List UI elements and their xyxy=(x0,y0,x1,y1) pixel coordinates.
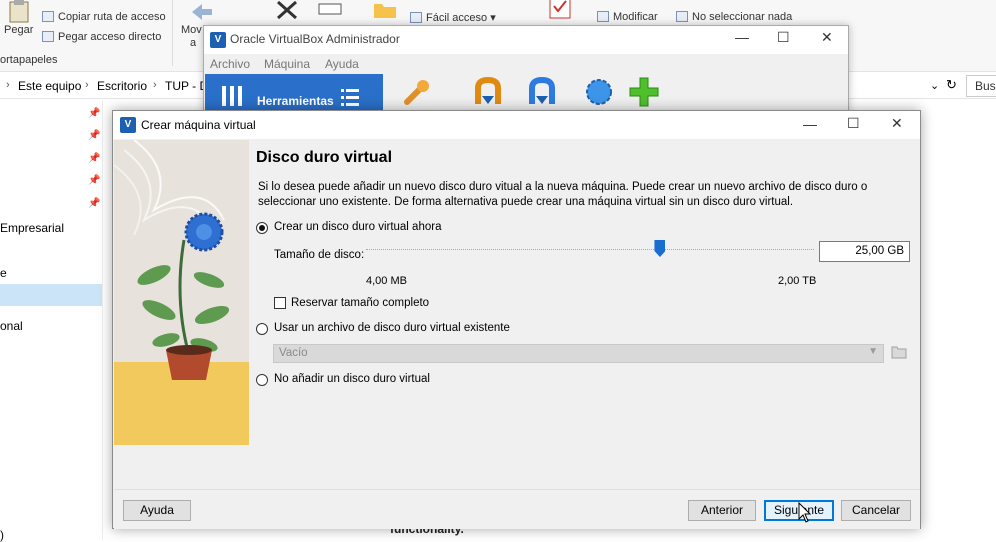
create-vm-dialog: V Crear máquina virtual — ☐ ✕ Disco duro… xyxy=(112,110,921,529)
plant-illustration-image xyxy=(114,140,249,445)
cancel-button[interactable]: Cancelar xyxy=(841,500,911,521)
radio-create-disk[interactable] xyxy=(256,222,268,234)
help-button[interactable]: Ayuda xyxy=(123,500,191,521)
export-icon[interactable] xyxy=(526,76,558,108)
add-plus-icon[interactable] xyxy=(628,76,660,108)
copy-path-icon xyxy=(42,11,54,22)
disk-size-label: Tamaño de disco: xyxy=(274,249,365,261)
radio-create-disk-label[interactable]: Crear un disco duro virtual ahora xyxy=(274,221,441,233)
modify-label: Modificar xyxy=(613,11,658,23)
new-vm-gear-icon[interactable] xyxy=(583,76,615,108)
paste-shortcut-button[interactable]: Pegar acceso directo xyxy=(42,31,161,43)
breadcrumb-this-pc[interactable]: Este equipo xyxy=(18,79,81,93)
list-menu-icon[interactable] xyxy=(339,86,361,108)
minimize-icon[interactable]: — xyxy=(803,116,817,132)
copy-path-button[interactable]: Copiar ruta de acceso xyxy=(42,11,166,23)
menu-ayuda[interactable]: Ayuda xyxy=(325,57,359,71)
select-none-button[interactable]: No seleccionar nada xyxy=(676,11,792,23)
reserve-size-checkbox[interactable] xyxy=(274,297,286,309)
disk-size-slider[interactable] xyxy=(366,249,814,251)
maximize-icon[interactable]: ☐ xyxy=(777,29,790,46)
breadcrumb-desktop[interactable]: Escritorio xyxy=(97,79,147,93)
page-title: Disco duro virtual xyxy=(256,149,393,166)
nav-item-empresarial[interactable]: Empresarial xyxy=(0,221,64,235)
select-none-label: No seleccionar nada xyxy=(692,11,793,23)
import-icon[interactable] xyxy=(472,76,504,108)
minimize-icon[interactable]: — xyxy=(735,29,749,45)
chevron-down-icon: ▼ xyxy=(868,346,878,357)
radio-existing-disk[interactable] xyxy=(256,323,268,335)
clipboard-group-label: ortapapeles xyxy=(0,54,58,66)
manager-title: Oracle VirtualBox Administrador xyxy=(230,32,400,46)
radio-existing-disk-label[interactable]: Usar un archivo de disco duro virtual ex… xyxy=(274,322,510,334)
manager-titlebar: V Oracle VirtualBox Administrador — ☐ ✕ xyxy=(204,26,848,54)
copy-path-label: Copiar ruta de acceso xyxy=(58,11,166,23)
tools-icon xyxy=(222,86,242,106)
paste-shortcut-icon xyxy=(42,31,54,42)
close-icon[interactable]: ✕ xyxy=(891,115,903,132)
pin-icon[interactable]: 📌 xyxy=(88,175,100,186)
virtualbox-logo-icon: V xyxy=(120,117,136,133)
easy-access-label: Fácil acceso xyxy=(426,12,488,24)
breadcrumb-separator: › xyxy=(153,79,157,91)
breadcrumb-separator: › xyxy=(6,79,10,91)
nav-item-selected[interactable] xyxy=(0,284,102,306)
reserve-size-label[interactable]: Reservar tamaño completo xyxy=(291,297,429,309)
disk-size-input[interactable]: 25,00 GB xyxy=(819,241,910,262)
navigation-pane: 📌 📌 📌 📌 📌 Empresarial e onal ) xyxy=(0,100,103,542)
search-input[interactable]: Bus xyxy=(966,75,996,97)
close-icon[interactable]: ✕ xyxy=(821,29,833,46)
paste-shortcut-label: Pegar acceso directo xyxy=(58,31,162,43)
nav-item[interactable]: e xyxy=(0,266,7,280)
virtualbox-logo-icon: V xyxy=(210,32,226,48)
existing-disk-value: Vacío xyxy=(279,347,308,359)
breadcrumb-separator: › xyxy=(85,79,89,91)
pin-icon[interactable]: 📌 xyxy=(88,198,100,209)
disk-size-slider-thumb[interactable] xyxy=(654,240,666,257)
menu-maquina[interactable]: Máquina xyxy=(264,57,310,71)
plant-illustration xyxy=(114,140,249,445)
mouse-cursor-icon xyxy=(798,502,812,523)
existing-disk-select[interactable]: Vacío ▼ xyxy=(273,344,884,363)
refresh-icon[interactable]: ↻ xyxy=(946,77,957,93)
modify-icon xyxy=(597,11,609,22)
back-button[interactable]: Anterior xyxy=(688,500,756,521)
tools-label: Herramientas xyxy=(257,94,334,108)
pin-icon[interactable]: 📌 xyxy=(88,130,100,141)
dialog-titlebar: V Crear máquina virtual — ☐ ✕ xyxy=(113,111,920,139)
pin-icon[interactable]: 📌 xyxy=(88,108,100,119)
radio-no-disk-label[interactable]: No añadir un disco duro virtual xyxy=(274,373,430,385)
folder-browse-icon[interactable] xyxy=(891,345,907,359)
select-none-icon xyxy=(676,11,688,22)
properties-icon[interactable] xyxy=(545,0,575,24)
radio-no-disk[interactable] xyxy=(256,374,268,386)
breadcrumb-folder[interactable]: TUP - D xyxy=(165,79,208,93)
address-dropdown-icon[interactable]: ⌄ xyxy=(930,79,939,92)
pin-icon[interactable]: 📌 xyxy=(88,153,100,164)
easy-access-button[interactable]: Fácil acceso ▾ xyxy=(410,11,496,24)
move-button-sub: a xyxy=(190,37,197,49)
maximize-icon[interactable]: ☐ xyxy=(847,115,860,132)
easy-access-icon xyxy=(410,12,422,23)
modify-button[interactable]: Modificar xyxy=(597,11,658,23)
ribbon-divider xyxy=(172,0,173,66)
menu-archivo[interactable]: Archivo xyxy=(210,57,250,71)
slider-max-label: 2,00 TB xyxy=(778,275,817,287)
virtualbox-manager-window: V Oracle VirtualBox Administrador — ☐ ✕ … xyxy=(203,25,849,116)
page-description: Si lo desea puede añadir un nuevo disco … xyxy=(258,181,868,208)
settings-wrench-icon[interactable] xyxy=(401,76,433,108)
slider-min-label: 4,00 MB xyxy=(366,275,407,287)
dialog-title: Crear máquina virtual xyxy=(141,118,256,132)
paste-button[interactable]: Pegar xyxy=(4,24,33,36)
nav-item-onal[interactable]: onal xyxy=(0,319,23,333)
manager-menubar: Archivo Máquina Ayuda xyxy=(204,54,848,74)
